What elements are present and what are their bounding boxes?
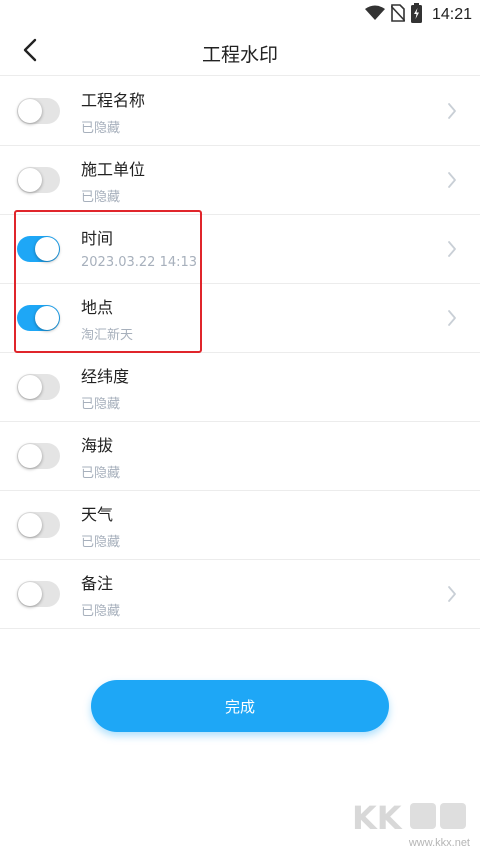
- no-sim-icon: [390, 4, 406, 26]
- item-label: 经纬度: [81, 367, 130, 386]
- item-value: 已隐藏: [81, 535, 121, 550]
- visibility-toggle[interactable]: [17, 512, 60, 538]
- chevron-right-icon[interactable]: [446, 239, 458, 259]
- toggle-knob: [35, 237, 59, 261]
- visibility-toggle[interactable]: [17, 236, 60, 262]
- watermark-url: www.kkx.net: [408, 837, 470, 849]
- item-label: 施工单位: [81, 160, 146, 179]
- toggle-knob: [18, 375, 42, 399]
- visibility-toggle[interactable]: [17, 305, 60, 331]
- item-value: 淘汇新天: [81, 328, 134, 343]
- item-value: 已隐藏: [81, 466, 121, 481]
- item-label: 备注: [81, 574, 114, 593]
- visibility-toggle[interactable]: [17, 98, 60, 124]
- list-item[interactable]: 经纬度 已隐藏: [0, 353, 480, 422]
- item-label: 时间: [81, 229, 114, 248]
- header: 工程水印: [0, 28, 480, 76]
- item-value: 已隐藏: [81, 397, 121, 412]
- status-time: 14:21: [431, 6, 472, 23]
- wifi-icon: [364, 5, 385, 25]
- chevron-right-icon[interactable]: [446, 101, 458, 121]
- visibility-toggle[interactable]: [17, 581, 60, 607]
- toggle-knob: [18, 582, 42, 606]
- item-value: 2023.03.22 14:13: [81, 255, 198, 270]
- done-button[interactable]: 完成: [91, 680, 389, 732]
- list-item[interactable]: 工程名称 已隐藏: [0, 77, 480, 146]
- list-item[interactable]: 地点 淘汇新天: [0, 284, 480, 353]
- page-title: 工程水印: [201, 44, 278, 66]
- chevron-right-icon[interactable]: [446, 308, 458, 328]
- visibility-toggle[interactable]: [17, 167, 60, 193]
- toggle-knob: [18, 513, 42, 537]
- site-watermark: KK www.kkx.net: [352, 797, 474, 849]
- visibility-toggle[interactable]: [17, 443, 60, 469]
- item-value: 已隐藏: [81, 121, 121, 136]
- chevron-right-icon[interactable]: [446, 584, 458, 604]
- toggle-knob: [18, 99, 42, 123]
- list-item[interactable]: 天气 已隐藏: [0, 491, 480, 560]
- status-icons: 14:21: [364, 3, 472, 27]
- item-label: 海拔: [81, 436, 114, 455]
- list-item[interactable]: 海拔 已隐藏: [0, 422, 480, 491]
- visibility-toggle[interactable]: [17, 374, 60, 400]
- svg-text:KK: KK: [352, 799, 403, 837]
- toggle-knob: [35, 306, 59, 330]
- list-item[interactable]: 备注 已隐藏: [0, 560, 480, 629]
- toggle-knob: [18, 168, 42, 192]
- item-label: 地点: [81, 298, 114, 317]
- item-value: 已隐藏: [81, 190, 121, 205]
- list-item[interactable]: 施工单位 已隐藏: [0, 146, 480, 215]
- status-bar: 14:21: [0, 0, 480, 28]
- toggle-knob: [18, 444, 42, 468]
- item-label: 天气: [81, 505, 114, 524]
- list-item[interactable]: 时间 2023.03.22 14:13: [0, 215, 480, 284]
- item-value: 已隐藏: [81, 604, 121, 619]
- chevron-right-icon[interactable]: [446, 170, 458, 190]
- battery-charging-icon: [410, 3, 422, 27]
- item-label: 工程名称: [81, 91, 146, 110]
- watermark-fields-list: 工程名称 已隐藏 施工单位 已隐藏 时间 2023.03.22 14:13 地点 淘汇新天 经纬…: [0, 77, 480, 629]
